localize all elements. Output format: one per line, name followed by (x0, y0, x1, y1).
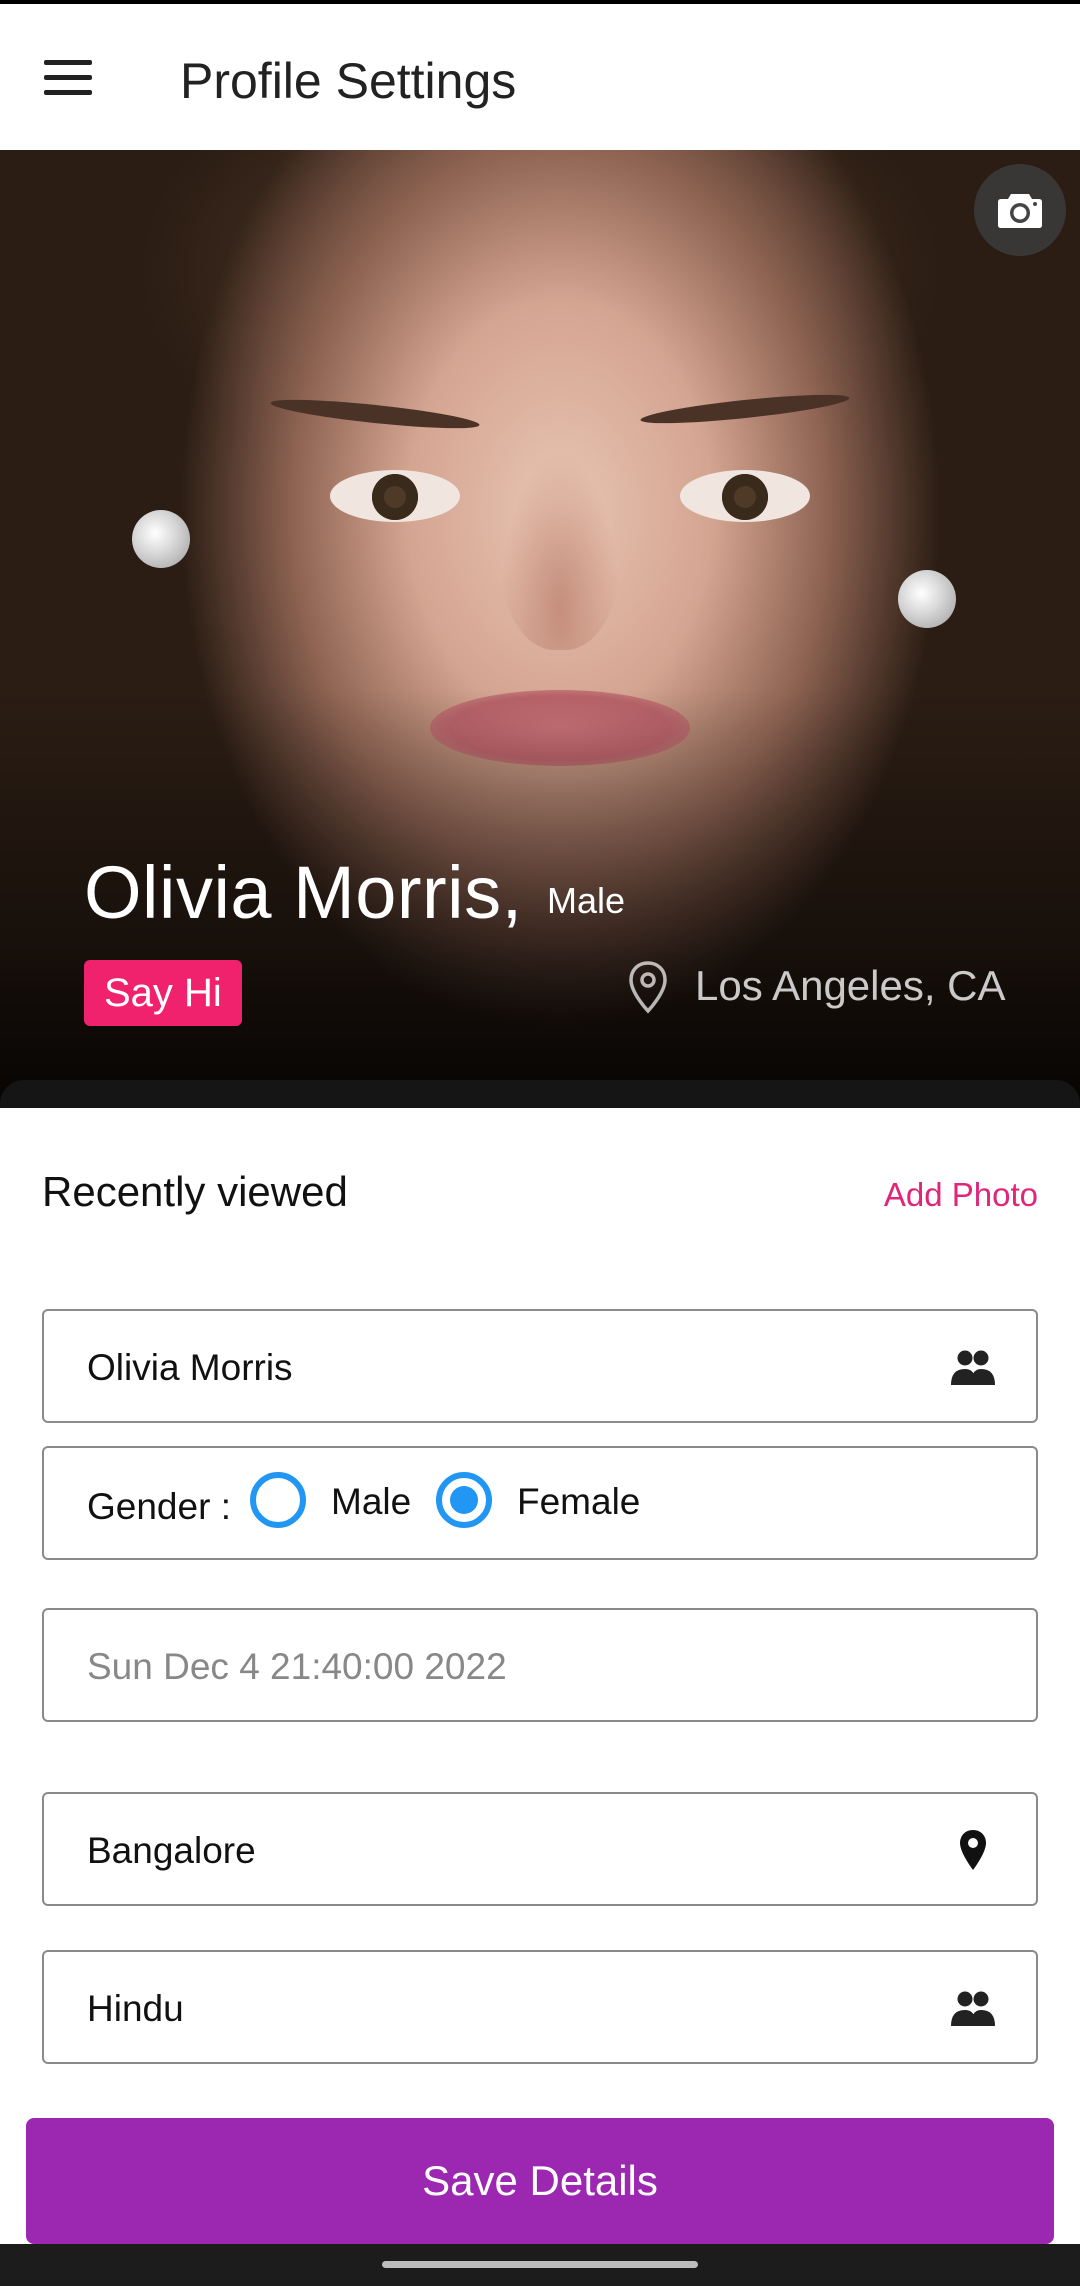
hamburger-menu-icon[interactable] (44, 60, 92, 96)
save-details-button[interactable]: Save Details (26, 2118, 1054, 2244)
people-icon (951, 1991, 995, 2026)
photo-decor (680, 470, 810, 522)
photo-decor (898, 570, 956, 628)
map-pin-icon (960, 1830, 986, 1870)
date-value: Sun Dec 4 21:40:00 2022 (87, 1646, 507, 1687)
photo-decor (269, 394, 481, 434)
people-icon (951, 1350, 995, 1385)
profile-photo-hero: Olivia Morris, Male Say Hi Los Angeles, … (0, 150, 1080, 1108)
city-field[interactable]: Bangalore (42, 1792, 1038, 1906)
gender-option-label: Male (331, 1481, 412, 1522)
change-photo-button[interactable] (974, 164, 1066, 256)
date-of-birth-field[interactable]: Sun Dec 4 21:40:00 2022 (42, 1608, 1038, 1722)
gender-radio-female[interactable] (436, 1472, 492, 1528)
profile-gender: Male (547, 880, 626, 921)
app-bar: Profile Settings (0, 4, 1080, 150)
gender-radio-male[interactable] (250, 1472, 306, 1528)
gender-field: Gender : Male Female (42, 1446, 1038, 1560)
section-title: Recently viewed (42, 1168, 348, 1215)
name-value: Olivia Morris (87, 1347, 293, 1388)
say-hi-button[interactable]: Say Hi (84, 960, 242, 1026)
religion-value: Hindu (87, 1988, 184, 2029)
photo-decor (500, 450, 620, 650)
hero-bottom-edge (0, 1080, 1080, 1108)
page-title: Profile Settings (180, 53, 517, 109)
photo-decor (639, 389, 851, 429)
system-navigation-bar (0, 2244, 1080, 2286)
gender-option-label: Female (517, 1481, 641, 1522)
photo-decor (330, 470, 460, 522)
map-pin-outline-icon (629, 961, 667, 1014)
gender-label: Gender : (87, 1486, 231, 1527)
home-gesture-handle[interactable] (382, 2261, 698, 2268)
name-field[interactable]: Olivia Morris (42, 1309, 1038, 1423)
religion-field[interactable]: Hindu (42, 1950, 1038, 2064)
photo-decor (132, 510, 190, 568)
camera-icon (998, 194, 1042, 228)
profile-name: Olivia Morris, (84, 851, 523, 934)
profile-location: Los Angeles, CA (695, 962, 1006, 1009)
add-photo-link[interactable]: Add Photo (884, 1176, 1038, 1214)
city-value: Bangalore (87, 1830, 256, 1871)
